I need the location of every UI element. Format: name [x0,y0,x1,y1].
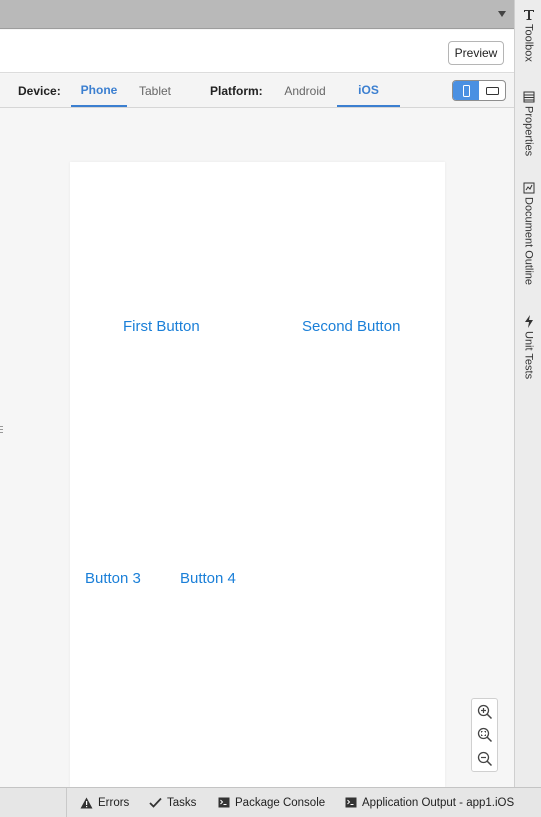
tasks-label: Tasks [167,796,197,809]
sidebar-item-properties[interactable]: Properties [515,91,541,156]
button-3[interactable]: Button 3 [85,570,141,587]
status-bar-left-pane [0,788,67,817]
device-surface: First Button Second Button Button 3 Butt… [70,162,445,787]
sidebar-label-unit-tests: Unit Tests [522,331,535,380]
checkmark-icon [149,797,162,808]
warning-icon [80,797,93,808]
preview-button[interactable]: Preview [448,41,504,65]
title-bar [0,0,514,29]
tasks-pad-button[interactable]: Tasks [149,788,196,817]
errors-pad-button[interactable]: Errors [80,788,129,817]
device-label: Device: [18,84,61,98]
application-output-pad-button[interactable]: Application Output - app1.iOS [345,788,514,817]
sidebar-label-document-outline: Document Outline [522,197,535,286]
zoom-out-icon[interactable] [476,750,494,768]
application-output-label: Application Output - app1.iOS [362,796,515,809]
device-platform-bar: Device: Phone Tablet Platform: Android i… [0,74,514,108]
sidebar-item-document-outline[interactable]: Document Outline [515,182,541,285]
tab-phone[interactable]: Phone [71,74,127,107]
button-4[interactable]: Button 4 [180,570,236,587]
properties-icon [523,91,534,103]
dropdown-arrow-icon[interactable] [498,11,506,17]
tab-tablet[interactable]: Tablet [128,74,182,107]
terminal-icon [345,797,357,808]
landscape-button[interactable] [479,81,505,100]
portrait-button[interactable] [453,81,479,100]
first-button[interactable]: First Button [123,318,200,335]
package-console-label: Package Console [235,796,326,809]
zoom-controls [471,698,498,772]
tab-ios[interactable]: iOS [337,74,400,107]
landscape-phone-icon [485,86,499,95]
zoom-in-icon[interactable] [476,703,494,721]
package-console-pad-button[interactable]: Package Console [218,788,325,817]
platform-label: Platform: [210,84,263,98]
toolbox-icon [523,10,534,20]
second-button[interactable]: Second Button [302,318,400,335]
splitter-handle[interactable] [0,426,3,435]
sidebar-label-properties: Properties [522,106,535,157]
errors-label: Errors [98,796,130,809]
zoom-fit-icon[interactable] [476,726,494,744]
document-outline-icon [523,182,534,194]
tab-android[interactable]: Android [275,74,335,107]
status-bar: Errors Tasks Package Console Application… [0,787,541,817]
sidebar-item-unit-tests[interactable]: Unit Tests [515,315,541,379]
preview-toolbar: Preview [0,30,514,73]
unit-tests-icon [524,315,533,328]
portrait-phone-icon [462,84,470,97]
right-sidebar: Toolbox Properties Document Outline Unit… [514,0,541,787]
orientation-toggle [452,80,506,101]
terminal-icon [218,797,230,808]
sidebar-label-toolbox: Toolbox [522,24,535,62]
sidebar-item-toolbox[interactable]: Toolbox [515,8,541,62]
